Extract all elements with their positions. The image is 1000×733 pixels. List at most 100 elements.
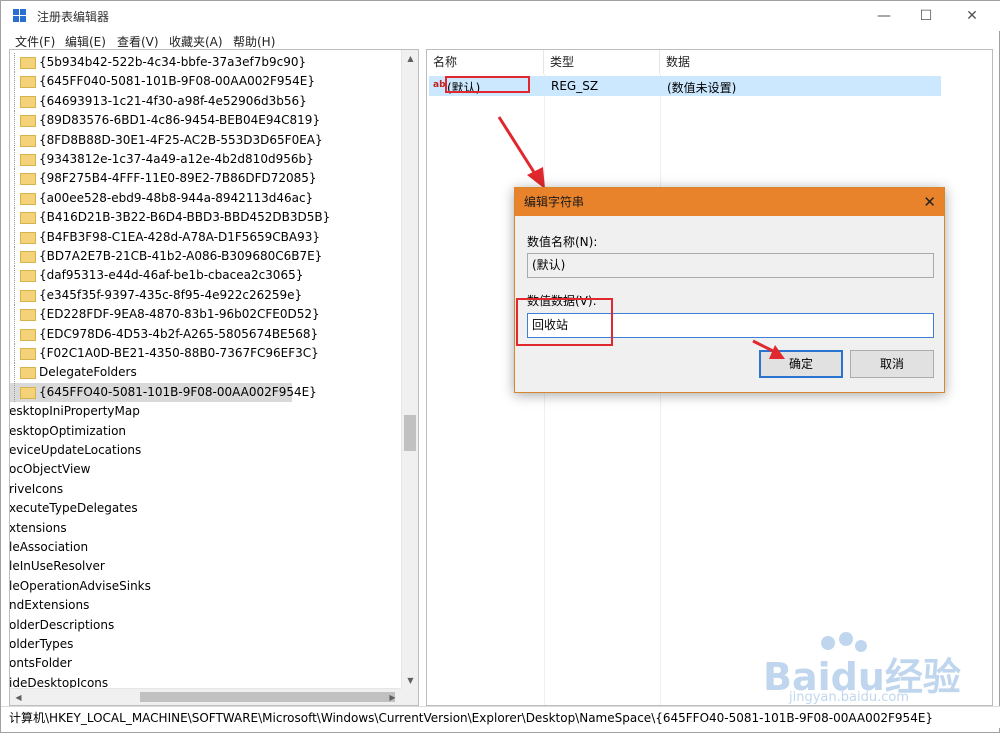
column-data[interactable]: 数据 [660, 50, 992, 74]
folder-icon [20, 386, 36, 399]
close-button[interactable]: ✕ [949, 1, 995, 31]
tree-key-label: {a00ee528-ebd9-48b8-944a-8942113d46ac} [39, 190, 314, 205]
tree-key[interactable]: {daf95313-e44d-46af-be1b-cbacea2c3065} [10, 266, 310, 286]
tree-key[interactable]: {9343812e-1c37-4a49-a12e-4b2d810d956b} [10, 150, 314, 169]
tree-key-label: eviceUpdateLocations [9, 443, 142, 457]
tree-key-label: {EDC978D6-4D53-4b2f-A265-5805674BE568} [39, 326, 319, 341]
registry-editor-window: 注册表编辑器 — ☐ ✕ 文件(F) 编辑(E) 查看(V) 收藏夹(A) 帮助… [0, 0, 1000, 733]
tree-key[interactable]: DelegateFolders [10, 363, 310, 383]
folder-icon [20, 76, 36, 89]
folder-icon [20, 270, 36, 283]
folder-icon [20, 57, 36, 69]
scroll-down-icon[interactable]: ▼ [402, 672, 418, 689]
tree-vscroll-thumb[interactable] [404, 415, 416, 451]
folder-icon [20, 231, 36, 244]
tree-vertical-scrollbar[interactable]: ▲ ▼ [401, 50, 418, 689]
tree-key-label: leOperationAdviseSinks [9, 578, 151, 593]
tree-key-label: DelegateFolders [39, 365, 137, 380]
value-type: REG_SZ [551, 79, 599, 93]
tree-key-label: {9343812e-1c37-4a49-a12e-4b2d810d956b} [39, 152, 314, 166]
tree-key-label: esktopOptimization [9, 423, 127, 438]
folder-icon [20, 328, 36, 341]
tree-key-label: {ED228FDF-9EA8-4870-83b1-96b02CFE0D52} [39, 307, 320, 322]
tree-key-label: {B416D21B-3B22-B6D4-BBD3-BBD452DB3D5B} [39, 210, 331, 225]
watermark-url: jingyan.baidu.com [789, 690, 909, 705]
tree-key-label: xtensions [9, 520, 67, 535]
baidu-watermark: Baidu经验 jingyan.baidu.com [731, 632, 991, 716]
dialog-close-icon[interactable]: ✕ [923, 188, 936, 216]
menu-file[interactable]: 文件(F) [15, 33, 55, 50]
edit-string-dialog: 编辑字符串 ✕ 数值名称(N): (默认) 数值数据(V): 回收站 确定 取消 [514, 187, 945, 393]
annotation-arrow [497, 116, 545, 189]
maximize-button[interactable]: ☐ [903, 1, 949, 31]
folder-icon [20, 115, 36, 128]
folder-icon [20, 251, 36, 263]
tree-key[interactable]: {B4FB3F98-C1EA-428d-A78A-D1F5659CBA93} [10, 227, 320, 247]
menu-view[interactable]: 查看(V) [117, 33, 159, 50]
tree-key-label: olderTypes [9, 637, 74, 651]
tree-key-label: {F02C1A0D-BE21-4350-88B0-7367FC96EF3C} [39, 346, 319, 360]
tree-key-label: leAssociation [9, 540, 89, 554]
value-data: (数值未设置) [667, 81, 737, 95]
menu-favorites[interactable]: 收藏夹(A) [169, 33, 223, 50]
tree-hscroll-thumb[interactable] [140, 692, 395, 702]
folder-icon [20, 192, 36, 205]
tree-key[interactable]: {645FFO40-5081-101B-9F08-00AA002F954E} [10, 382, 317, 402]
folder-icon [20, 154, 36, 166]
tree-key-label: {daf95313-e44d-46af-be1b-cbacea2c3065} [39, 268, 304, 283]
tree-key[interactable]: {a00ee528-ebd9-48b8-944a-8942113d46ac} [10, 188, 314, 208]
tree-key[interactable]: {645FF040-5081-101B-9F08-00AA002F954E} [10, 72, 315, 92]
scrollbar-corner [401, 688, 418, 705]
tree-key-label: xecuteTypeDelegates [9, 501, 138, 516]
tree-key-label: esktopIniPropertyMap [9, 404, 140, 419]
tree-horizontal-scrollbar[interactable]: ◀ ▶ [10, 688, 418, 705]
tree-key[interactable]: {EDC978D6-4D53-4b2f-A265-5805674BE568} [10, 324, 318, 344]
tree-key[interactable]: {64693913-1c21-4f30-a98f-4e52906d3b56} [10, 91, 310, 111]
column-type[interactable]: 类型 [544, 50, 660, 74]
tree-key[interactable]: {5b934b42-522b-4c34-bbfe-37a3ef7b9c90} [10, 53, 310, 72]
title-bar: 注册表编辑器 — ☐ ✕ [1, 1, 1000, 31]
tree-key-label: {e345f35f-9397-435c-8f95-4e922c26259e} [39, 287, 303, 302]
cancel-button[interactable]: 取消 [850, 350, 934, 378]
tree-key-label: {89D83576-6BD1-4c86-9454-BEB04E94C819} [39, 113, 321, 128]
window-title: 注册表编辑器 [37, 10, 110, 24]
minimize-button[interactable]: — [861, 1, 907, 31]
tree-key-label: {645FF040-5081-101B-9F08-00AA002F954E} [39, 74, 315, 89]
tree-key[interactable]: {ED228FDF-9EA8-4870-83b1-96b02CFE0D52} [10, 305, 320, 325]
folder-icon [20, 348, 36, 360]
menu-edit[interactable]: 编辑(E) [65, 33, 106, 50]
tree-key-label: {645FFO40-5081-101B-9F08-00AA002F954E} [39, 384, 317, 399]
tree-key-label: ontsFolder [9, 656, 72, 671]
folder-icon [20, 95, 36, 108]
column-name[interactable]: 名称 [427, 50, 544, 74]
tree-key[interactable]: {e345f35f-9397-435c-8f95-4e922c26259e} [10, 285, 310, 305]
tree-key-label: {98F275B4-4FFF-11E0-89E2-7B86DFD72085} [39, 171, 317, 186]
tree-key-label: {BD7A2E7B-21CB-41b2-A086-B309680C6B7E} [39, 249, 323, 263]
annotation-arrow [752, 339, 785, 359]
tree-key[interactable]: {98F275B4-4FFF-11E0-89E2-7B86DFD72085} [10, 169, 317, 189]
annotation-box-default [445, 76, 530, 93]
dialog-title: 编辑字符串 [515, 188, 944, 216]
scroll-up-icon[interactable]: ▲ [402, 50, 418, 67]
folder-icon [20, 367, 36, 380]
key-tree[interactable]: {5b934b42-522b-4c34-bbfe-37a3ef7b9c90} {6… [9, 49, 419, 706]
folder-icon [20, 289, 36, 302]
value-name-label: 数值名称(N): [527, 235, 598, 249]
tree-key[interactable]: {F02C1A0D-BE21-4350-88B0-7367FC96EF3C} [10, 344, 319, 363]
menu-help[interactable]: 帮助(H) [233, 33, 275, 50]
tree-key-label: {64693913-1c21-4f30-a98f-4e52906d3b56} [39, 93, 307, 108]
menu-bar: 文件(F) 编辑(E) 查看(V) 收藏夹(A) 帮助(H) [1, 31, 1000, 51]
scroll-right-icon[interactable]: ▶ [384, 689, 401, 705]
tree-key-label: {B4FB3F98-C1EA-428d-A78A-D1F5659CBA93} [39, 229, 321, 244]
annotation-box-data [516, 298, 613, 346]
tree-key-label: olderDescriptions [9, 617, 115, 632]
tree-key-label: {5b934b42-522b-4c34-bbfe-37a3ef7b9c90} [39, 55, 307, 69]
tree-key[interactable]: {8FD8B88D-30E1-4F25-AC2B-553D3D65F0EA} [10, 130, 323, 150]
tree-key-label: ocObjectView [9, 462, 91, 477]
folder-icon [20, 309, 36, 322]
tree-key-label: {8FD8B88D-30E1-4F25-AC2B-553D3D65F0EA} [39, 132, 323, 147]
scroll-left-icon[interactable]: ◀ [10, 689, 27, 705]
tree-key[interactable]: {B416D21B-3B22-B6D4-BBD3-BBD452DB3D5B} [10, 208, 330, 228]
tree-key[interactable]: {BD7A2E7B-21CB-41b2-A086-B309680C6B7E} [10, 247, 322, 266]
tree-key[interactable]: {89D83576-6BD1-4c86-9454-BEB04E94C819} [10, 111, 320, 131]
